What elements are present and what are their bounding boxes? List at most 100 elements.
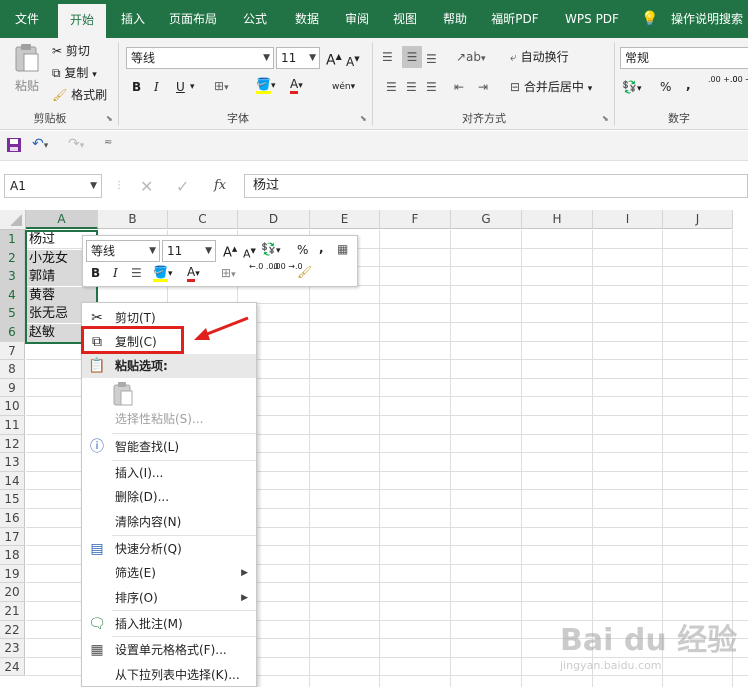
menu-item-insert[interactable]: 插入(I)...: [82, 461, 256, 485]
save-icon[interactable]: [6, 137, 22, 153]
mini-font-name-select[interactable]: 等线 ▼: [86, 240, 160, 262]
bold-button[interactable]: B: [132, 78, 141, 96]
phonetic-button[interactable]: wén▾: [332, 76, 355, 96]
menu-item-format-cells[interactable]: ▦ 设置单元格格式(F)...: [82, 638, 256, 662]
tab-wps-pdf[interactable]: WPS PDF: [556, 0, 628, 38]
menu-item-insert-comment[interactable]: 🗨 插入批注(M): [82, 612, 256, 636]
mini-percent-button[interactable]: %: [297, 241, 308, 259]
undo-icon[interactable]: ↶▾: [32, 136, 48, 152]
row-header-2[interactable]: 2: [0, 248, 25, 268]
align-right-icon[interactable]: ☰: [426, 78, 437, 96]
tab-help[interactable]: 帮助: [432, 0, 478, 38]
copy-button[interactable]: ⧉ 复制 ▾: [52, 64, 97, 84]
row-header-8[interactable]: 8: [0, 360, 25, 379]
row-header-21[interactable]: 21: [0, 602, 25, 621]
tab-formulas[interactable]: 公式: [232, 0, 278, 38]
menu-item-paste-special[interactable]: 选择性粘贴(S)...: [82, 407, 256, 431]
mini-format-painter-icon[interactable]: 🖌: [297, 263, 312, 281]
row-header-24[interactable]: 24: [0, 657, 25, 677]
clipboard-launcher-icon[interactable]: ⬊: [106, 114, 113, 123]
mini-comma-button[interactable]: ,: [319, 239, 324, 257]
percent-style-button[interactable]: %: [660, 78, 671, 96]
column-header-c[interactable]: C: [168, 210, 238, 229]
row-header-17[interactable]: 17: [0, 527, 25, 547]
font-name-select[interactable]: 等线 ▼: [126, 47, 274, 69]
font-size-select[interactable]: 11 ▼: [276, 47, 320, 69]
mini-accounting-button[interactable]: 💱▾: [261, 240, 280, 260]
menu-item-smart-lookup[interactable]: ⓘ 智能查找(L): [82, 435, 256, 459]
row-header-22[interactable]: 22: [0, 620, 25, 640]
column-header-d[interactable]: D: [238, 210, 310, 229]
mini-increase-decimal-button[interactable]: ←.0 .00: [249, 262, 279, 271]
column-header-j[interactable]: J: [663, 210, 733, 229]
tab-home[interactable]: 开始: [58, 4, 106, 38]
tab-foxit-pdf[interactable]: 福昕PDF: [484, 0, 546, 38]
decrease-indent-icon[interactable]: ⇤: [454, 78, 464, 96]
tab-file[interactable]: 文件: [4, 0, 50, 38]
row-header-7[interactable]: 7: [0, 341, 25, 361]
row-header-16[interactable]: 16: [0, 509, 25, 528]
menu-item-pick-from-list[interactable]: 从下拉列表中选择(K)...: [82, 663, 256, 687]
row-header-15[interactable]: 15: [0, 490, 25, 509]
italic-button[interactable]: I: [154, 78, 159, 96]
mini-grow-font-button[interactable]: A▲: [223, 240, 237, 262]
alignment-launcher-icon[interactable]: ⬊: [602, 114, 609, 123]
grow-font-button[interactable]: A▲: [326, 48, 342, 70]
mini-decrease-decimal-button[interactable]: .00 →.0: [273, 262, 303, 271]
row-header-19[interactable]: 19: [0, 564, 25, 584]
menu-item-delete[interactable]: 删除(D)...: [82, 485, 256, 509]
align-center-icon[interactable]: ☰: [406, 78, 417, 96]
enter-icon[interactable]: ✓: [176, 177, 189, 196]
customize-qat-icon[interactable]: ≂: [104, 137, 112, 148]
cut-button[interactable]: ✂ 剪切: [52, 42, 90, 60]
chevron-down-icon[interactable]: ▾: [190, 78, 195, 96]
accounting-format-button[interactable]: 💱▾: [622, 78, 641, 98]
menu-item-quick-analysis[interactable]: ▤ 快速分析(Q): [82, 537, 256, 561]
tab-review[interactable]: 审阅: [334, 0, 380, 38]
column-header-f[interactable]: F: [380, 210, 451, 229]
merge-center-button[interactable]: ⊟ 合并后居中 ▾: [510, 78, 592, 98]
paste-option-icon[interactable]: [112, 381, 134, 407]
font-launcher-icon[interactable]: ⬊: [360, 114, 367, 123]
shrink-font-button[interactable]: A▼: [346, 50, 360, 71]
underline-button[interactable]: U: [176, 78, 185, 96]
wrap-text-button[interactable]: ⤶ 自动换行: [510, 48, 569, 66]
align-left-icon[interactable]: ☰: [386, 78, 397, 96]
mini-border-button[interactable]: ⊞▾: [221, 264, 236, 284]
insert-function-icon[interactable]: fx: [214, 178, 226, 193]
increase-decimal-button[interactable]: .00 +.0: [708, 75, 738, 84]
column-header-i[interactable]: I: [593, 210, 663, 229]
font-color-button[interactable]: A▾: [290, 75, 303, 95]
mini-fill-color-button[interactable]: 🪣▾: [153, 263, 172, 283]
column-header-a[interactable]: A: [26, 210, 98, 229]
menu-item-sort[interactable]: 排序(O) ▶: [82, 586, 256, 610]
align-top-icon[interactable]: ☰: [382, 48, 393, 66]
format-cells-icon[interactable]: ▦: [337, 240, 348, 258]
column-header-b[interactable]: B: [98, 210, 168, 229]
row-header-9[interactable]: 9: [0, 378, 25, 398]
mini-font-color-button[interactable]: A▾: [187, 263, 200, 283]
increase-indent-icon[interactable]: ⇥: [478, 78, 488, 96]
comma-style-button[interactable]: ,: [686, 76, 691, 94]
row-header-18[interactable]: 18: [0, 546, 25, 565]
row-header-4[interactable]: 4: [0, 285, 25, 305]
mini-italic-button[interactable]: I: [113, 264, 118, 282]
redo-icon[interactable]: ↷▾: [68, 136, 84, 152]
orientation-button[interactable]: ↗ab▾: [456, 48, 486, 68]
name-box[interactable]: A1 ▼: [4, 174, 102, 198]
select-all-corner[interactable]: [0, 210, 26, 230]
fill-color-button[interactable]: 🪣▾: [256, 75, 275, 95]
column-header-e[interactable]: E: [310, 210, 380, 229]
menu-item-filter[interactable]: 筛选(E) ▶: [82, 561, 256, 585]
cancel-icon[interactable]: ✕: [140, 177, 153, 196]
number-format-select[interactable]: 常规: [620, 47, 748, 69]
row-header-10[interactable]: 10: [0, 397, 25, 416]
tab-view[interactable]: 视图: [382, 0, 428, 38]
column-header-g[interactable]: G: [451, 210, 522, 229]
formula-input[interactable]: 杨过: [244, 174, 748, 198]
mini-align-center-icon[interactable]: ☰: [131, 264, 142, 282]
row-header-11[interactable]: 11: [0, 416, 25, 435]
tab-insert[interactable]: 插入: [110, 0, 156, 38]
align-bottom-icon[interactable]: ☰: [426, 50, 437, 68]
row-header-12[interactable]: 12: [0, 434, 25, 454]
